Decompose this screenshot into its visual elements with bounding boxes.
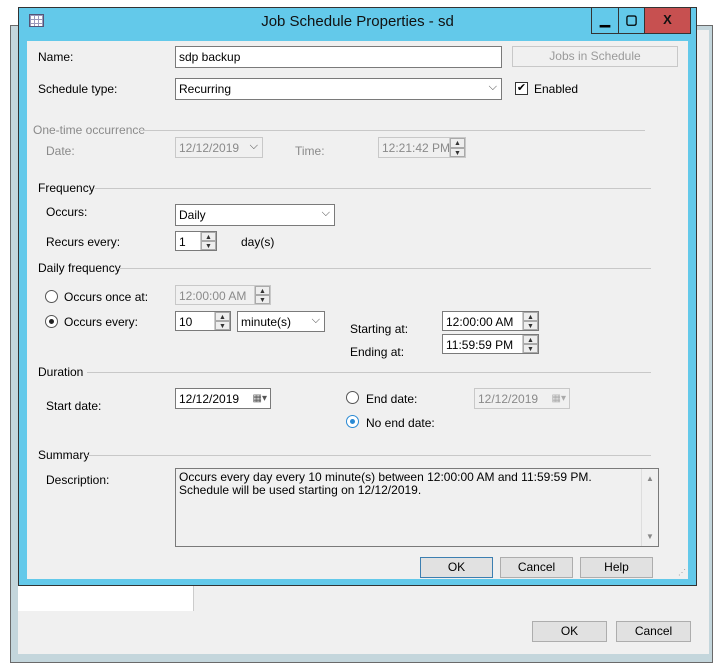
description-textarea[interactable]: Occurs every day every 10 minute(s) betw…: [175, 468, 659, 547]
calendar-dropdown-icon[interactable]: ▦▾: [552, 389, 566, 409]
end-date-radio[interactable]: [346, 391, 359, 404]
calendar-dropdown-icon[interactable]: ▦▾: [253, 389, 267, 409]
description-text: Occurs every day every 10 minute(s) betw…: [179, 470, 592, 497]
once-value: 12:00:00 AM: [179, 289, 247, 303]
ending-at-input[interactable]: 11:59:59 PM ▲ ▼: [442, 334, 539, 354]
recurs-spinner[interactable]: ▲ ▼: [200, 232, 216, 250]
name-label: Name:: [38, 50, 74, 64]
parent-list-area: [18, 585, 194, 611]
help-button[interactable]: Help: [580, 557, 653, 578]
frequency-header: Frequency: [38, 181, 95, 195]
no-end-date-radio[interactable]: [346, 415, 359, 428]
job-schedule-dialog: Job Schedule Properties - sd ▁ ▢ X Name:…: [18, 7, 697, 586]
description-scrollbar[interactable]: ▲ ▼: [641, 469, 658, 546]
ending-value: 11:59:59 PM: [446, 338, 514, 352]
end-date-picker[interactable]: 12/12/2019 ▦▾: [474, 388, 570, 409]
starting-at-label: Starting at:: [350, 322, 409, 336]
recurs-unit: day(s): [241, 235, 275, 249]
resize-grip-icon[interactable]: ⋰: [678, 568, 686, 577]
jobs-in-schedule-button[interactable]: Jobs in Schedule: [512, 46, 678, 67]
every-spinner[interactable]: ▲ ▼: [214, 312, 230, 330]
start-date-picker[interactable]: 12/12/2019 ▦▾: [175, 388, 271, 409]
time-value: 12:21:42 PM: [382, 141, 451, 155]
every-value: 10: [179, 315, 193, 329]
enabled-checkbox[interactable]: ✔: [515, 82, 528, 95]
close-button[interactable]: X: [644, 8, 691, 34]
time-spinner[interactable]: ▲ ▼: [449, 138, 465, 157]
occurs-select[interactable]: Daily: [175, 203, 335, 226]
occurs-every-label: Occurs every:: [64, 315, 139, 329]
recurs-value: 1: [179, 235, 186, 249]
duration-header: Duration: [38, 365, 84, 379]
summary-header: Summary: [38, 448, 90, 462]
date-label: Date:: [46, 144, 75, 158]
start-date-value: 12/12/2019: [179, 392, 240, 406]
recurs-every-input[interactable]: 1 ▲ ▼: [175, 231, 217, 251]
divider: [87, 372, 651, 373]
starting-value: 12:00:00 AM: [446, 315, 514, 329]
minimize-button[interactable]: ▁: [591, 8, 619, 34]
daily-frequency-header: Daily frequency: [38, 261, 121, 275]
occurs-once-label: Occurs once at:: [64, 290, 149, 304]
maximize-button[interactable]: ▢: [618, 8, 645, 34]
starting-at-input[interactable]: 12:00:00 AM ▲ ▼: [442, 311, 539, 331]
parent-cancel-button[interactable]: Cancel: [616, 621, 691, 642]
occurs-once-radio[interactable]: [45, 290, 58, 303]
occurs-once-time-input[interactable]: 12:00:00 AM ▲ ▼: [175, 285, 271, 305]
divider: [95, 188, 651, 189]
once-spinner[interactable]: ▲ ▼: [254, 286, 270, 304]
parent-ok-button[interactable]: OK: [532, 621, 607, 642]
no-end-date-label: No end date:: [366, 416, 435, 430]
one-time-date-picker[interactable]: 12/12/2019: [175, 136, 263, 158]
end-date-label: End date:: [366, 392, 418, 406]
enabled-label: Enabled: [534, 82, 579, 96]
divider: [119, 268, 651, 269]
one-time-time-input[interactable]: 12:21:42 PM ▲ ▼: [378, 137, 466, 158]
ok-button[interactable]: OK: [420, 557, 493, 578]
description-label: Description:: [46, 473, 110, 487]
time-label: Time:: [295, 144, 325, 158]
ending-at-label: Ending at:: [350, 345, 405, 359]
one-time-header: One-time occurrence: [33, 123, 146, 137]
divider: [139, 130, 645, 131]
end-date-value: 12/12/2019: [478, 392, 539, 406]
ending-spinner[interactable]: ▲ ▼: [522, 335, 538, 353]
start-date-label: Start date:: [46, 399, 102, 413]
occurs-every-input[interactable]: 10 ▲ ▼: [175, 311, 231, 331]
recurs-every-label: Recurs every:: [46, 235, 121, 249]
divider: [87, 455, 651, 456]
interval-unit-select[interactable]: minute(s): [237, 310, 325, 332]
occurs-every-radio[interactable]: [45, 315, 58, 328]
starting-spinner[interactable]: ▲ ▼: [522, 312, 538, 330]
dialog-client: Name: sdp backup Jobs in Schedule Schedu…: [27, 41, 688, 579]
schedule-type-select[interactable]: Recurring: [175, 77, 502, 100]
cancel-button[interactable]: Cancel: [500, 557, 573, 578]
occurs-label: Occurs:: [46, 205, 88, 219]
name-input[interactable]: sdp backup: [175, 46, 502, 68]
schedule-type-label: Schedule type:: [38, 82, 118, 96]
